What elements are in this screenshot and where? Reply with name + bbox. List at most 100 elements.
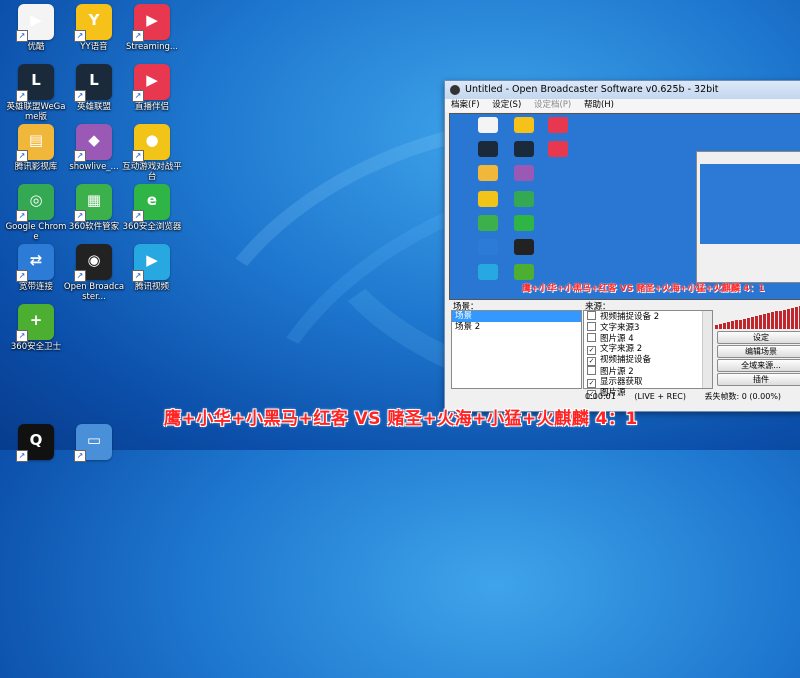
desktop-shortcut-label: 腾讯视频 [134, 282, 169, 292]
source-checkbox[interactable]: ✓ [587, 379, 596, 388]
desktop-shortcut[interactable]: ▤ ↗ 腾讯影视库 [4, 124, 68, 172]
shortcut-arrow-icon: ↗ [132, 270, 144, 282]
preview-360safe-icon [514, 264, 534, 280]
icon-glyph: ◎ [29, 191, 43, 209]
menu-profiles[interactable]: 设定档(P) [534, 100, 571, 110]
icon-glyph: L [89, 71, 99, 89]
desktop-shortcut[interactable]: L ↗ 英雄联盟 [62, 64, 126, 112]
meter-bar [747, 318, 750, 329]
meter-bar [751, 317, 754, 329]
shortcut-arrow-icon: ↗ [16, 330, 28, 342]
source-checkbox[interactable] [587, 311, 596, 320]
source-checkbox[interactable]: ✓ [587, 346, 596, 355]
scene-item[interactable]: 场景 2 [452, 322, 581, 333]
source-checkbox[interactable] [587, 366, 596, 375]
tencent-video-icon: ▶ ↗ [132, 244, 170, 282]
sources-list[interactable]: 视频捕捉设备 2 文字来源3 图片源 4 ✓ 文字来源 2 ✓ 视频捕捉设备 图片源 2 ✓ 显示… [583, 310, 713, 399]
shortcut-arrow-icon: ↗ [16, 90, 28, 102]
meter-bar [723, 323, 726, 329]
source-item[interactable]: 文字来源3 [584, 322, 712, 333]
status-bar: 0:00:01 (LIVE + REC) 丢失帧数: 0 (0.00%) [585, 391, 797, 402]
desktop-shortcut-label: 腾讯影视库 [14, 162, 58, 172]
desktop-shortcut[interactable]: ▭ ↗ [62, 424, 126, 462]
edit-scene-button[interactable]: 编辑场景 [717, 345, 800, 358]
desktop-shortcut[interactable]: ● ↗ 互动游戏对战平台 [120, 124, 184, 182]
desktop-shortcut[interactable]: ◉ ↗ Open Broadcaster... [62, 244, 126, 302]
source-item[interactable]: ✓ 视频捕捉设备 [584, 355, 712, 366]
desktop-shortcut-label: 优酷 [27, 42, 45, 52]
360-browser-icon: e ↗ [132, 184, 170, 222]
meter-bar [719, 324, 722, 329]
desktop-shortcut-label: Google Chrome [5, 222, 67, 242]
preview-nested-preview [700, 164, 800, 244]
source-checkbox[interactable]: ✓ [587, 357, 596, 366]
preview-folder-icon [478, 165, 498, 181]
source-item[interactable]: ✓ 显示器获取 [584, 377, 712, 388]
shortcut-arrow-icon: ↗ [74, 270, 86, 282]
source-item[interactable]: 图片源 4 [584, 333, 712, 344]
preview-game-icon [478, 191, 498, 207]
desktop-shortcut-label: Open Broadcaster... [63, 282, 125, 302]
menu-file[interactable]: 档案(F) [451, 100, 480, 110]
icon-glyph: ◉ [87, 251, 101, 269]
source-item[interactable]: 图片源 2 [584, 366, 712, 377]
obs-title-bar[interactable]: Untitled - Open Broadcaster Software v0.… [445, 81, 800, 99]
icon-glyph: ▶ [146, 251, 158, 269]
sources-scrollbar[interactable] [702, 311, 712, 388]
icon-glyph: e [146, 191, 158, 209]
preview-network-icon [478, 239, 498, 255]
chrome-icon: ◎ ↗ [16, 184, 54, 222]
desktop-shortcut[interactable]: ⇄ ↗ 宽带连接 [4, 244, 68, 292]
stream-mode: (LIVE + REC) [634, 392, 686, 401]
obs-window-title: Untitled - Open Broadcaster Software v0.… [465, 84, 719, 95]
preview-streaming-icon [548, 117, 568, 133]
settings-button[interactable]: 设定 [717, 331, 800, 344]
desktop-shortcut[interactable]: ◎ ↗ Google Chrome [4, 184, 68, 242]
source-label: 视频捕捉设备 2 [600, 312, 660, 322]
preview-yy-icon [514, 117, 534, 133]
scenes-list[interactable]: 场景 场景 2 [451, 310, 582, 389]
preview-obs-icon [514, 239, 534, 255]
desktop-shortcut[interactable]: ▶ ↗ 优酷 [4, 4, 68, 52]
source-checkbox[interactable] [587, 322, 596, 331]
desktop-shortcut[interactable]: L ↗ 英雄联盟WeGame版 [4, 64, 68, 122]
obs-menu-bar: 档案(F) 设定(S) 设定档(P) 帮助(H) [445, 99, 800, 112]
game-platform-icon: ● ↗ [132, 124, 170, 162]
source-checkbox[interactable] [587, 333, 596, 342]
source-item[interactable]: 视频捕捉设备 2 [584, 311, 712, 322]
desktop-shortcut[interactable]: ▶ ↗ 直播伴侣 [120, 64, 184, 112]
shortcut-arrow-icon: ↗ [74, 450, 86, 462]
desktop-shortcut[interactable]: ▶ ↗ 腾讯视频 [120, 244, 184, 292]
menu-help[interactable]: 帮助(H) [584, 100, 614, 110]
global-sources-button[interactable]: 全域来源... [717, 359, 800, 372]
source-item[interactable]: ✓ 文字来源 2 [584, 344, 712, 355]
desktop-shortcut[interactable]: + ↗ 360安全卫士 [4, 304, 68, 352]
shortcut-arrow-icon: ↗ [132, 150, 144, 162]
stream-time: 0:00:01 [585, 392, 616, 401]
meter-bar [743, 319, 746, 329]
icon-glyph: ▭ [86, 431, 102, 449]
lol-icon: L ↗ [74, 64, 112, 102]
audio-level-meter [715, 305, 800, 329]
desktop-shortcut[interactable]: ◆ ↗ showlive_... [62, 124, 126, 172]
desktop-shortcut[interactable]: e ↗ 360安全浏览器 [120, 184, 184, 232]
scene-item[interactable]: 场景 [452, 311, 581, 322]
desktop-shortcut[interactable]: ▦ ↗ 360软件管家 [62, 184, 126, 232]
desktop-shortcut[interactable]: Q ↗ [4, 424, 68, 462]
desktop-shortcut-label: 直播伴侣 [134, 102, 169, 112]
desktop-shortcut[interactable]: ▶ ↗ Streaming... [120, 4, 184, 52]
broadband-icon: ⇄ ↗ [16, 244, 54, 282]
preview-lol-icon [514, 141, 534, 157]
showlive-icon: ◆ ↗ [74, 124, 112, 162]
shortcut-arrow-icon: ↗ [16, 150, 28, 162]
shortcut-arrow-icon: ↗ [132, 30, 144, 42]
meter-bar [791, 308, 794, 329]
menu-settings[interactable]: 设定(S) [492, 100, 521, 110]
preview-360browser-icon [514, 215, 534, 231]
meter-bar [735, 320, 738, 329]
obs-window[interactable]: Untitled - Open Broadcaster Software v0.… [444, 80, 800, 412]
plugins-button[interactable]: 插件 [717, 373, 800, 386]
icon-glyph: ▶ [30, 11, 42, 29]
desktop-shortcut[interactable]: Y ↗ YY语音 [62, 4, 126, 52]
desktop-shortcut-label: Streaming... [125, 42, 178, 52]
